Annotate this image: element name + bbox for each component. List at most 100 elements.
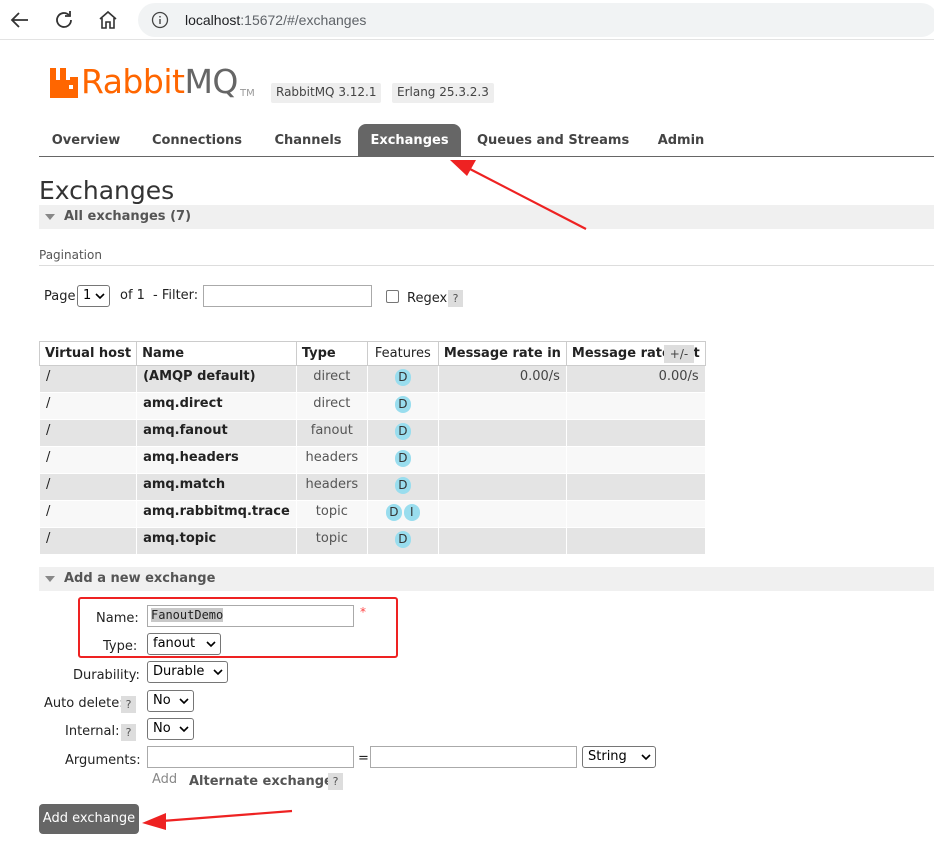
add-exchange-button[interactable]: Add exchange — [39, 804, 139, 834]
back-icon[interactable] — [8, 8, 32, 32]
filter-input[interactable] — [203, 285, 372, 307]
feature-badge: D — [394, 531, 411, 548]
vhost-cell: / — [38, 473, 138, 501]
add-exchange-section-toggle[interactable]: Add a new exchange — [39, 567, 934, 591]
features-cell: D — [366, 365, 439, 393]
durability-select[interactable]: Durable — [147, 661, 228, 683]
table-row[interactable]: / amq.fanout fanout D — [38, 419, 706, 447]
table-row[interactable]: / amq.direct direct D — [38, 392, 706, 420]
table-row[interactable]: / amq.match headers D — [38, 473, 706, 501]
exchange-name-link[interactable]: amq.headers — [136, 446, 297, 474]
url-text[interactable]: localhost:15672/#/exchanges — [185, 12, 366, 28]
auto-delete-select-value: No — [153, 693, 171, 708]
tab-queues-and-streams[interactable]: Queues and Streams — [477, 124, 629, 156]
exchange-name-link[interactable]: amq.direct — [136, 392, 297, 420]
trademark: TM — [240, 88, 255, 99]
tab-admin[interactable]: Admin — [651, 124, 711, 156]
rabbit-logo-icon — [50, 68, 78, 98]
rate-in-cell — [437, 446, 567, 474]
exchange-name-link[interactable]: amq.topic — [136, 527, 297, 555]
tab-overview[interactable]: Overview — [47, 124, 125, 156]
type-label: Type: — [103, 639, 138, 654]
feature-badge: D — [385, 504, 402, 521]
logo-rabbit-text: Rabbit — [81, 62, 185, 101]
column-header-rate-in[interactable]: Message rate in — [437, 341, 567, 366]
page-select-value: 1 — [83, 288, 92, 303]
internal-select[interactable]: No — [147, 718, 194, 740]
rate-out-cell — [565, 419, 706, 447]
exchange-name-link[interactable]: amq.match — [136, 473, 297, 501]
type-cell: direct — [295, 365, 368, 393]
column-header-virtual-host[interactable]: Virtual host — [38, 341, 138, 366]
column-header-name[interactable]: Name — [136, 341, 297, 366]
erlang-version-badge: Erlang 25.3.2.3 — [392, 83, 494, 103]
auto-delete-help-button[interactable]: ? — [121, 696, 136, 713]
exchange-name-input[interactable]: FanoutDemo — [147, 605, 354, 627]
tab-channels[interactable]: Channels — [267, 124, 349, 156]
url-host: localhost — [185, 12, 241, 28]
argument-key-input[interactable] — [147, 746, 354, 768]
type-cell: topic — [295, 527, 368, 555]
type-cell: headers — [295, 446, 368, 474]
vhost-cell: / — [38, 527, 138, 555]
exchange-type-select[interactable]: fanout — [147, 633, 221, 655]
rate-out-cell — [565, 527, 706, 555]
reload-icon[interactable] — [52, 8, 76, 32]
rate-out-cell — [565, 500, 706, 528]
pagination-divider — [39, 265, 934, 266]
column-header-features: Features — [366, 341, 439, 366]
name-input-value: FanoutDemo — [151, 608, 224, 622]
required-marker: * — [360, 605, 366, 619]
main-nav-tabs: Overview Connections Channels Exchanges … — [39, 124, 934, 157]
page-of-label: of 1 — [120, 288, 145, 303]
rate-in-cell: 0.00/s — [437, 365, 567, 393]
table-row[interactable]: / (AMQP default) direct D 0.00/s 0.00/s — [38, 365, 706, 393]
type-cell: headers — [295, 473, 368, 501]
alternate-exchange-help-button[interactable]: ? — [328, 773, 343, 790]
features-cell: D — [366, 419, 439, 447]
argument-type-select[interactable]: String — [582, 746, 656, 768]
type-select-value: fanout — [153, 636, 196, 651]
chevron-down-icon — [179, 698, 189, 705]
tab-connections[interactable]: Connections — [147, 124, 247, 156]
table-row[interactable]: / amq.rabbitmq.trace topic DI — [38, 500, 706, 528]
add-exchange-header: Add a new exchange — [64, 571, 216, 586]
exchange-name-link[interactable]: amq.fanout — [136, 419, 297, 447]
all-exchanges-header: All exchanges (7) — [64, 209, 192, 224]
vhost-cell: / — [38, 500, 138, 528]
all-exchanges-section-toggle[interactable]: All exchanges (7) — [39, 205, 934, 229]
internal-help-button[interactable]: ? — [121, 724, 136, 741]
rate-in-cell — [437, 527, 567, 555]
feature-badge: D — [394, 396, 411, 413]
feature-badge: D — [394, 423, 411, 440]
regex-help-button[interactable]: ? — [448, 290, 463, 307]
vhost-cell: / — [38, 365, 138, 393]
alternate-exchange-link[interactable]: Alternate exchange — [189, 774, 333, 789]
add-argument-link[interactable]: Add — [152, 772, 177, 787]
type-cell: direct — [295, 392, 368, 420]
exchanges-table: Virtual host Name Type Features Message … — [38, 341, 706, 555]
feature-badge: D — [394, 477, 411, 494]
page-select[interactable]: 1 — [77, 285, 110, 307]
url-path: :15672/#/exchanges — [240, 12, 367, 28]
info-icon[interactable] — [151, 11, 169, 29]
columns-toggle-button[interactable]: +/- — [664, 345, 694, 363]
regex-checkbox[interactable] — [386, 290, 399, 303]
table-row[interactable]: / amq.topic topic D — [38, 527, 706, 555]
logo-wordmark: RabbitMQ — [81, 62, 238, 101]
feature-badge: I — [403, 504, 420, 521]
exchange-name-link[interactable]: (AMQP default) — [136, 365, 297, 393]
address-bar[interactable]: localhost:15672/#/exchanges — [138, 3, 934, 37]
home-icon[interactable] — [96, 8, 120, 32]
table-row[interactable]: / amq.headers headers D — [38, 446, 706, 474]
tab-exchanges[interactable]: Exchanges — [358, 124, 461, 156]
argument-type-value: String — [588, 749, 627, 764]
exchange-name-link[interactable]: amq.rabbitmq.trace — [136, 500, 297, 528]
chevron-down-icon — [206, 641, 216, 648]
features-cell: D — [366, 392, 439, 420]
argument-value-input[interactable] — [370, 746, 577, 768]
auto-delete-select[interactable]: No — [147, 690, 194, 712]
name-label: Name: — [96, 611, 139, 626]
chevron-down-icon — [95, 293, 105, 300]
column-header-type[interactable]: Type — [295, 341, 368, 366]
